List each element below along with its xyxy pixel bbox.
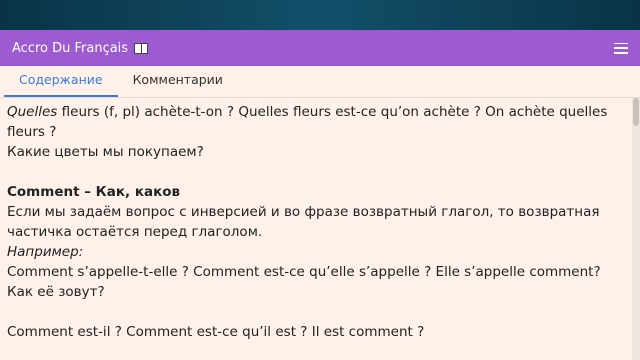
section-heading: Comment – Как, каков xyxy=(7,184,181,200)
desktop-background xyxy=(0,0,640,30)
app-title: Accro Du Français xyxy=(12,40,149,56)
example-line: Comment s’appelle-t-elle ? Comment est-c… xyxy=(7,264,601,280)
text-fragment: fleurs (f, pl) achète-t-on ? Quelles fle… xyxy=(7,104,608,140)
app-header: Accro Du Français xyxy=(0,30,640,66)
example-line: Comment est-il ? Comment est-ce qu’il es… xyxy=(7,324,425,340)
example-translation: Как её зовут? xyxy=(7,284,105,300)
hamburger-menu-icon[interactable] xyxy=(614,42,628,54)
article-content: Quelles fleurs (f, pl) achète-t-on ? Que… xyxy=(0,98,640,346)
app-title-text: Accro Du Français xyxy=(12,40,129,56)
scrollbar-thumb[interactable] xyxy=(633,98,639,126)
scrollbar-track[interactable] xyxy=(632,98,640,360)
text-line: Какие цветы мы покупаем? xyxy=(7,144,204,160)
tab-bar: Содержание Комментарии xyxy=(0,66,640,98)
italic-word: Quelles xyxy=(7,104,58,120)
text-line: Quelles fleurs (f, pl) achète-t-on ? Que… xyxy=(7,102,633,142)
example-label: Например: xyxy=(7,244,84,260)
book-icon xyxy=(134,42,149,54)
tab-contents[interactable]: Содержание xyxy=(4,72,118,97)
tab-comments[interactable]: Комментарии xyxy=(118,72,238,97)
text-paragraph: Если мы задаём вопрос с инверсией и во ф… xyxy=(7,204,600,240)
app-window: Accro Du Français Содержание Комментарии… xyxy=(0,30,640,360)
